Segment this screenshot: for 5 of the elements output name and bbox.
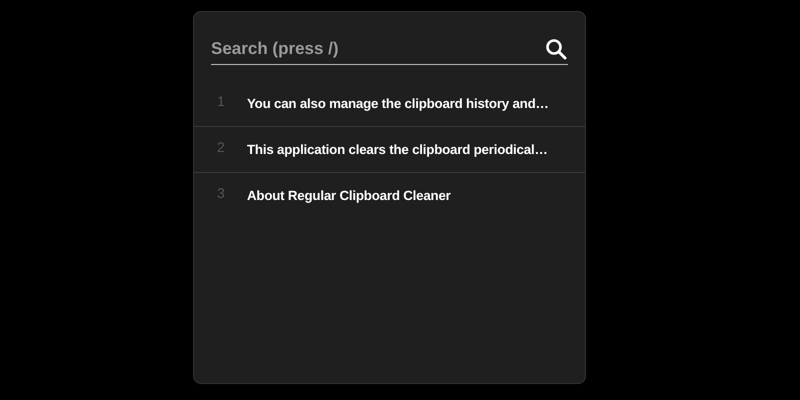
result-text: About Regular Clipboard Cleaner: [247, 188, 451, 203]
search-field[interactable]: Search (press /): [211, 34, 544, 64]
search-icon[interactable]: [544, 37, 568, 61]
result-text: You can also manage the clipboard history and…: [247, 96, 549, 111]
result-text: This application clears the clipboard periodical…: [247, 142, 548, 157]
